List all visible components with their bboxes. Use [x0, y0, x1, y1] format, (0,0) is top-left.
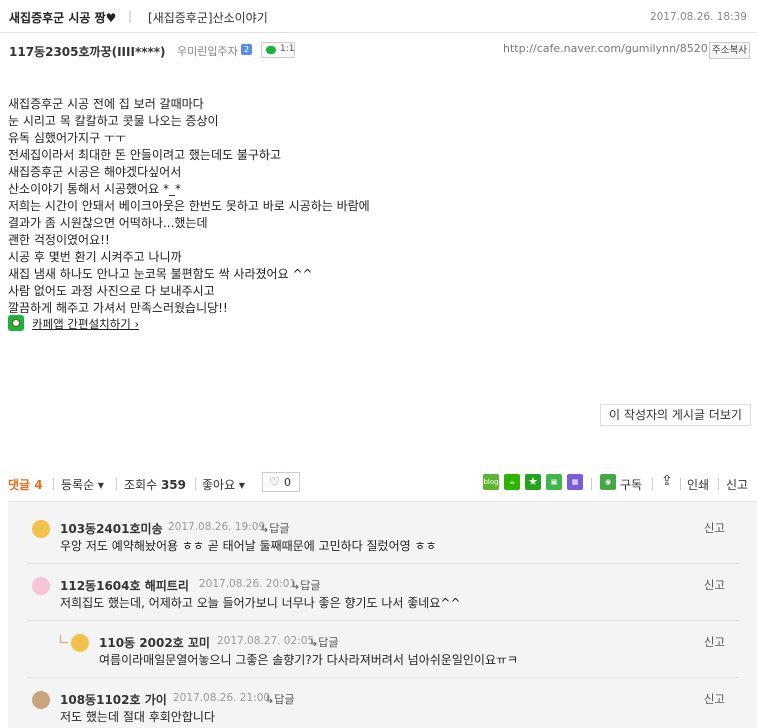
comment-text: 여름이라매일문열어놓으니 그좋은 솔향기?가 다사라져버려서 넘아쉬운일인이요ㅠ… — [99, 653, 519, 667]
comment-text: 저희집도 했는데, 어제하고 오늘 들어가보니 너무나 좋은 향기도 나서 좋네… — [60, 596, 461, 610]
reply-label: 답글 — [300, 579, 321, 592]
body-line: 괜한 걱정이였어요!! — [8, 233, 110, 247]
member-level: 우미린입주자 — [177, 45, 238, 58]
report-comment-button[interactable]: 신고 — [704, 634, 725, 650]
comment-date: 2017.08.26. 19:09 — [168, 521, 266, 533]
heart-icon: ♡ — [269, 475, 280, 489]
one-to-one-chat-button[interactable]: 1:1 — [261, 42, 295, 58]
comment-divider — [26, 620, 739, 621]
post-date: 2017.08.26. 18:39 — [649, 11, 747, 23]
body-line: 전세집이라서 최대한 돈 안들이려고 했는데도 불구하고 — [8, 148, 281, 162]
copy-address-button[interactable]: 주소복사 — [709, 42, 750, 59]
board-name-link[interactable]: [새집증후군]산소이야기 — [148, 9, 268, 26]
body-line: 사람 없어도 과정 사진으로 다 보내주시고 — [8, 284, 215, 298]
like-count: 0 — [284, 476, 291, 489]
body-line: 산소이야기 통해서 시공했어요 *_* — [8, 182, 181, 196]
reply-label: 답글 — [274, 693, 295, 706]
body-line: 새집증후군 시공 전에 집 보러 갈때마다 — [8, 97, 204, 111]
comment-divider — [26, 563, 739, 564]
comments-label: 댓글 — [8, 478, 31, 492]
body-line: 눈 시리고 목 칼칼하고 콧물 나오는 증상이 — [8, 114, 219, 128]
like-dropdown[interactable]: 좋아요 ▾ — [202, 476, 245, 493]
reply-link[interactable]: ↳답글 — [309, 634, 338, 650]
share-export-icon[interactable]: ⇪ — [661, 473, 673, 489]
comment-author[interactable]: 103동2401호미송 — [60, 520, 163, 537]
report-comment-button[interactable]: 신고 — [704, 691, 725, 707]
post-action-bar: 댓글 4 등록순 ▾ 조회수 359 좋아요 ▾ ♡ 0 blog ☕ ★ ▣ … — [0, 470, 757, 496]
bookmark-share-icon[interactable]: ★ — [525, 474, 541, 490]
reply-label: 답글 — [269, 522, 290, 535]
report-comment-button[interactable]: 신고 — [704, 577, 725, 593]
comment-text: 저도 했는데 절대 후회안합니다 — [60, 710, 215, 724]
cafe-share-icon[interactable]: ☕ — [504, 474, 520, 490]
author-bar: 117동2305호까꿍(IIII****) 우미린입주자 2 1:1 http:… — [0, 34, 757, 64]
reply-link[interactable]: ↳답글 — [291, 577, 320, 593]
views-count: 359 — [160, 478, 187, 492]
comment-list: 103동2401호미송 2017.08.26. 19:09 ↳답글 신고 우앙 … — [8, 501, 757, 728]
body-line: 유독 심했어가지구 ㅜㅜ — [8, 131, 127, 145]
avatar — [71, 634, 89, 652]
views-label: 조회수 — [124, 478, 158, 492]
body-line: 새집 냄새 하나도 안나고 눈코목 불편함도 싹 사라졌어요 ^^ — [8, 267, 313, 281]
author-name[interactable]: 117동2305호까꿍(IIII****) — [9, 43, 166, 60]
comment-text: 우앙 저도 예약해놨어용 ㅎㅎ 곧 태어날 둘째때문에 고민하다 질렀어영 ㅎㅎ — [60, 539, 437, 553]
title-separator: | — [128, 9, 133, 23]
comment-divider — [26, 677, 739, 678]
divider — [53, 478, 54, 490]
reply-label: 답글 — [318, 636, 339, 649]
comment-author[interactable]: 108동1102호 가이 — [60, 691, 167, 708]
avatar — [32, 520, 50, 538]
post-body: 새집증후군 시공 전에 집 보러 갈때마다 눈 시리고 목 칼칼하고 콧물 나오… — [8, 95, 748, 316]
divider — [652, 478, 653, 490]
sort-dropdown[interactable]: 등록순 ▾ — [61, 476, 104, 493]
post-title: 새집증후군 시공 짱♥ — [9, 11, 117, 25]
report-comment-button[interactable]: 신고 — [704, 520, 725, 536]
body-line: 저희는 시간이 안돼서 베이크아웃은 한번도 못하고 바로 시공하는 바람에 — [8, 199, 370, 213]
divider — [680, 478, 681, 490]
report-post-button[interactable]: 신고 — [726, 476, 748, 493]
level-icon: 2 — [241, 44, 252, 55]
views-stat: 조회수 359 — [124, 476, 186, 493]
avatar — [32, 577, 50, 595]
avatar — [32, 691, 50, 709]
blog-share-icon[interactable]: blog — [483, 474, 499, 490]
body-line: 결과가 좀 시원찮으면 어떡하나...했는데 — [8, 216, 208, 230]
reply-link[interactable]: ↳답글 — [260, 520, 289, 536]
rss-icon: ◉ — [600, 474, 616, 490]
chat-bubble-icon — [266, 46, 276, 54]
divider — [718, 478, 719, 490]
reply-indent-icon — [60, 635, 68, 643]
reply-link[interactable]: ↳답글 — [265, 691, 294, 707]
body-line: 새집증후군 시공은 해야겠다싶어서 — [8, 165, 182, 179]
post-title-bar: 새집증후군 시공 짱♥ | [새집증후군]산소이야기 2017.08.26. 1… — [0, 0, 757, 33]
print-button[interactable]: 인쇄 — [687, 476, 709, 493]
comments-tab[interactable]: 댓글 4 — [8, 476, 43, 493]
subscribe-button[interactable]: 구독 — [620, 476, 642, 493]
body-line: 시공 후 몇번 환기 시켜주고 나니까 — [8, 250, 182, 264]
comment-date: 2017.08.26. 21:00 — [173, 692, 271, 704]
memo-share-icon[interactable]: ▣ — [546, 474, 562, 490]
comments-count: 4 — [34, 478, 43, 492]
more-author-posts-button[interactable]: 이 작성자의 게시글 더보기 — [600, 404, 751, 426]
divider — [195, 478, 196, 490]
calendar-share-icon[interactable]: ▦ — [567, 474, 583, 490]
cafe-app-icon — [8, 315, 24, 331]
comment-author[interactable]: 112동1604호 해피트리 — [60, 577, 189, 594]
body-line: 깔끔하게 해주고 가셔서 만족스러웠습니당!! — [8, 301, 228, 315]
comment-date: 2017.08.27. 02:05 — [217, 635, 315, 647]
chat-label: 1:1 — [280, 44, 295, 54]
divider — [591, 478, 592, 490]
post-url[interactable]: http://cafe.naver.com/gumilynn/8520 — [503, 42, 708, 55]
like-button[interactable]: ♡ 0 — [262, 472, 300, 492]
cafe-app-install-label[interactable]: 카페앱 간편설치하기 › — [32, 316, 139, 332]
comment-date: 2017.08.26. 20:01 — [199, 578, 297, 590]
comment-author[interactable]: 110동 2002호 꼬미 — [99, 634, 210, 651]
divider — [116, 478, 117, 490]
